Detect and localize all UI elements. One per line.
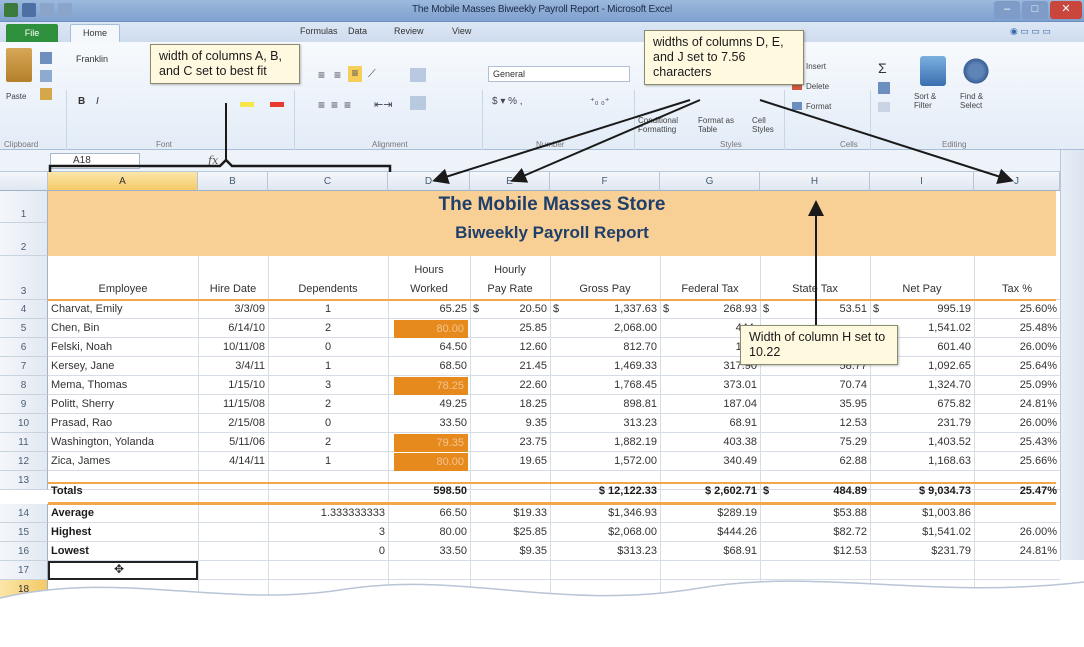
torn-page-edge — [0, 580, 1084, 647]
callout-arrows — [48, 99, 1014, 328]
callout-columns-abc: width of columns A, B, and C set to best… — [150, 44, 300, 84]
arrow-to-column-e — [510, 99, 701, 183]
arrow-to-column-d — [432, 99, 691, 185]
callout-columns-dej: widths of columns D, E, and J set to 7.5… — [644, 30, 804, 85]
arrow-to-column-j — [759, 99, 1014, 184]
callout-column-h: Width of column H set to 10.22 — [740, 325, 898, 365]
abc-bracket — [48, 158, 392, 172]
